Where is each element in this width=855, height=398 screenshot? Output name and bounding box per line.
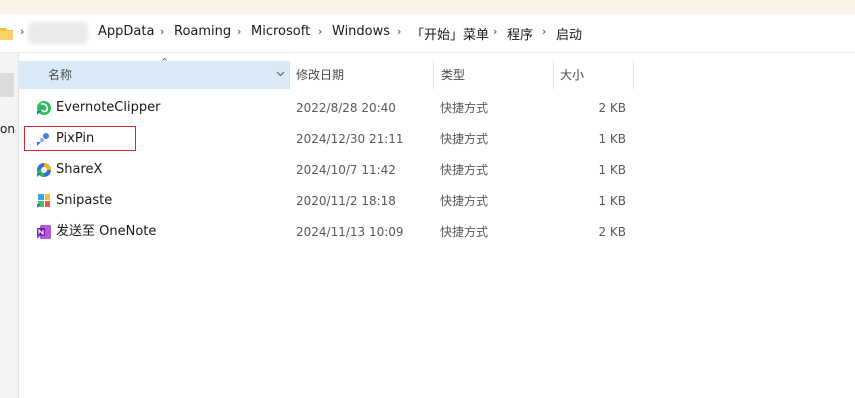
breadcrumb-separator: ›: [493, 25, 498, 38]
breadcrumb-separator: ›: [318, 25, 323, 38]
file-modified: 2022/8/28 20:40: [296, 101, 396, 115]
breadcrumb-microsoft[interactable]: Microsoft: [251, 24, 310, 39]
address-bar[interactable]: › AppData › Roaming › Microsoft › Window…: [0, 14, 855, 53]
breadcrumb-roaming[interactable]: Roaming: [174, 24, 231, 39]
file-row[interactable]: 发送至 OneNote 2024/11/13 10:09 快捷方式 2 KB: [28, 217, 638, 247]
column-header-size[interactable]: 大小: [560, 61, 632, 89]
file-name: 发送至 OneNote: [56, 224, 157, 239]
breadcrumb-separator: ›: [20, 25, 25, 38]
breadcrumb-separator: ›: [397, 25, 402, 38]
breadcrumb-programs[interactable]: 程序: [507, 24, 533, 43]
chevron-down-icon[interactable]: [276, 69, 285, 78]
breadcrumb-startup[interactable]: 启动: [556, 24, 582, 43]
breadcrumb-start-menu[interactable]: 「开始」菜单: [411, 24, 489, 43]
breadcrumb-appdata[interactable]: AppData: [98, 24, 154, 39]
column-header-modified-label: 修改日期: [296, 68, 345, 82]
file-modified: 2024/10/7 11:42: [296, 163, 396, 177]
title-strip: [0, 0, 855, 14]
file-size: 1 KB: [598, 194, 626, 208]
file-name: EvernoteClipper: [56, 100, 161, 115]
file-type: 快捷方式: [440, 101, 489, 115]
file-row[interactable]: ShareX 2024/10/7 11:42 快捷方式 1 KB: [28, 155, 638, 185]
nav-item-label[interactable]: ona: [0, 122, 16, 136]
column-header-modified[interactable]: 修改日期: [296, 61, 432, 89]
file-type: 快捷方式: [440, 194, 489, 208]
evernote-clipper-icon: [37, 101, 51, 115]
file-modified: 2024/11/13 10:09: [296, 225, 404, 239]
file-type: 快捷方式: [440, 163, 489, 177]
file-name: ShareX: [56, 162, 103, 177]
column-header-type-label: 类型: [441, 68, 466, 82]
file-size: 2 KB: [598, 101, 626, 115]
folder-icon: [0, 28, 13, 40]
file-row[interactable]: Snipaste 2020/11/2 18:18 快捷方式 1 KB: [28, 186, 638, 216]
column-divider[interactable]: [633, 61, 634, 89]
snipaste-icon: [37, 194, 50, 208]
file-row[interactable]: EvernoteClipper 2022/8/28 20:40 快捷方式 2 K…: [28, 93, 638, 123]
blurred-user-folder[interactable]: [28, 22, 88, 44]
sharex-icon: [37, 163, 51, 177]
file-modified: 2024/12/30 21:11: [296, 132, 404, 146]
breadcrumb-separator: ›: [160, 25, 165, 38]
column-header-type[interactable]: 类型: [441, 61, 551, 89]
nav-item-selected[interactable]: [0, 73, 14, 97]
file-size: 1 KB: [598, 163, 626, 177]
column-divider[interactable]: [553, 61, 554, 89]
navigation-pane[interactable]: ona: [0, 53, 19, 398]
breadcrumb-separator: ›: [542, 25, 547, 38]
file-name: Snipaste: [56, 193, 113, 208]
column-divider[interactable]: [433, 61, 434, 89]
onenote-icon: [37, 225, 51, 239]
breadcrumb-separator: ›: [237, 25, 242, 38]
file-size: 1 KB: [598, 132, 626, 146]
file-size: 2 KB: [598, 225, 626, 239]
file-type: 快捷方式: [440, 132, 489, 146]
column-header-name-label: 名称: [48, 68, 73, 82]
breadcrumb-windows[interactable]: Windows: [332, 24, 390, 39]
file-modified: 2020/11/2 18:18: [296, 194, 396, 208]
column-header-size-label: 大小: [560, 68, 585, 82]
column-header-name[interactable]: 名称: [18, 61, 290, 89]
column-divider[interactable]: [289, 61, 290, 89]
file-type: 快捷方式: [440, 225, 489, 239]
annotation-highlight-box: [24, 126, 136, 151]
